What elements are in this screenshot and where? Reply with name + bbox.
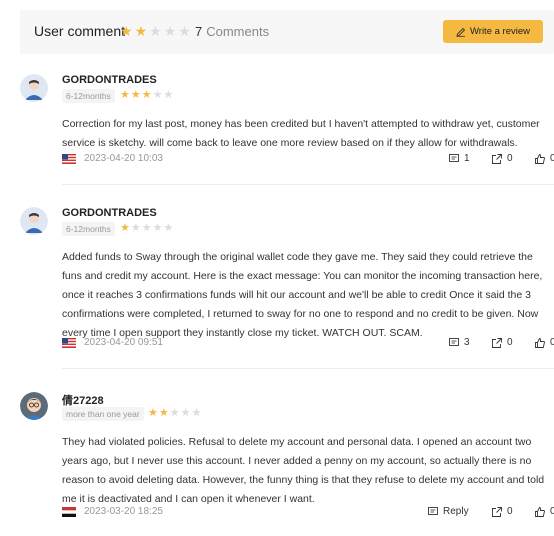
comment-icon <box>428 506 438 515</box>
us-flag-icon <box>62 154 76 164</box>
star-icon: ★ <box>163 222 174 234</box>
section-title: User comment <box>34 23 126 39</box>
avatar[interactable] <box>20 392 48 420</box>
comment-icon <box>449 153 459 162</box>
like-count: 0 <box>550 506 554 517</box>
star-icon: ★ <box>163 89 174 101</box>
review-text: Added funds to Sway through the original… <box>62 251 543 339</box>
like-action[interactable]: 0 <box>535 506 554 517</box>
comment-action[interactable]: 3 <box>449 337 470 348</box>
star-icon: ★ <box>134 23 148 39</box>
reply-action[interactable]: Reply <box>428 506 469 517</box>
star-icon: ★ <box>169 407 180 419</box>
pencil-icon <box>456 27 466 37</box>
eg-flag-icon <box>62 507 76 517</box>
share-icon <box>492 506 502 517</box>
star-icon: ★ <box>149 23 162 39</box>
tenure-badge: 6-12months <box>62 89 115 103</box>
star-icon: ★ <box>141 222 152 234</box>
tenure-badge: more than one year <box>62 407 144 421</box>
review-rating: ★ ★ ★ ★ ★ <box>148 407 201 419</box>
star-icon: ★ <box>120 89 130 101</box>
comment-count: 1 <box>464 153 470 164</box>
star-icon: ★ <box>158 407 169 419</box>
review-rating: ★ ★ ★ ★ ★ <box>120 89 173 101</box>
star-icon: ★ <box>148 407 158 419</box>
comments-header: User comment ★ ★ ★ ★ ★ 7 Comments Write a rev… <box>20 10 554 54</box>
comment-count: 7 Comments <box>195 24 269 39</box>
reviewer-name[interactable]: GORDONTRADES <box>62 74 157 86</box>
star-icon: ★ <box>178 23 191 39</box>
star-icon: ★ <box>120 23 133 39</box>
star-icon: ★ <box>152 222 163 234</box>
comment-icon <box>449 337 459 346</box>
share-action[interactable]: 0 <box>492 506 513 517</box>
like-action[interactable]: 0 <box>535 153 554 164</box>
star-icon: ★ <box>152 89 163 101</box>
us-flag-icon <box>62 338 76 348</box>
review-rating: ★ ★ ★ ★ ★ <box>120 222 173 234</box>
review-text: Correction for my last post, money has b… <box>62 118 540 149</box>
tenure-badge: 6-12months <box>62 222 115 236</box>
star-icon: ★ <box>180 407 191 419</box>
review-text: They had violated policies. Refusal to d… <box>62 436 545 505</box>
review-date: 2023-04-20 09:51 <box>84 337 163 348</box>
star-icon: ★ <box>130 222 141 234</box>
avatar[interactable] <box>20 207 48 235</box>
star-icon: ★ <box>191 407 202 419</box>
like-icon <box>535 506 545 517</box>
reviewer-name[interactable]: 倩27228 <box>62 392 104 408</box>
share-icon <box>492 153 502 164</box>
review-meta: 2023-03-20 18:25 Reply 0 0 <box>62 506 554 520</box>
like-action[interactable]: 0 <box>535 337 554 348</box>
divider <box>62 184 554 185</box>
write-review-button[interactable]: Write a review <box>443 20 543 43</box>
like-count: 0 <box>550 337 554 348</box>
comment-action[interactable]: 1 <box>449 153 470 164</box>
share-count: 0 <box>507 337 513 348</box>
like-icon <box>535 337 545 348</box>
avatar[interactable] <box>20 74 48 102</box>
share-count: 0 <box>507 506 513 517</box>
reply-label: Reply <box>443 506 469 517</box>
like-count: 0 <box>550 153 554 164</box>
share-count: 0 <box>507 153 513 164</box>
review-meta: 2023-04-20 10:03 1 0 0 <box>62 153 554 167</box>
review-meta: 2023-04-20 09:51 3 0 0 <box>62 337 554 351</box>
reviewer-name[interactable]: GORDONTRADES <box>62 207 157 219</box>
comment-count: 3 <box>464 337 470 348</box>
star-icon: ★ <box>141 89 152 101</box>
review-date: 2023-04-20 10:03 <box>84 153 163 164</box>
overall-rating: ★ ★ ★ ★ ★ <box>120 24 191 38</box>
comment-count-number: 7 <box>195 24 203 39</box>
share-action[interactable]: 0 <box>492 337 513 348</box>
star-icon: ★ <box>130 89 141 101</box>
star-icon: ★ <box>163 23 177 39</box>
review-date: 2023-03-20 18:25 <box>84 506 163 517</box>
star-icon: ★ <box>120 222 130 234</box>
comment-count-label: Comments <box>206 24 270 39</box>
divider <box>62 368 554 369</box>
like-icon <box>535 153 545 164</box>
share-icon <box>492 337 502 348</box>
write-review-label: Write a review <box>469 26 530 37</box>
share-action[interactable]: 0 <box>492 153 513 164</box>
